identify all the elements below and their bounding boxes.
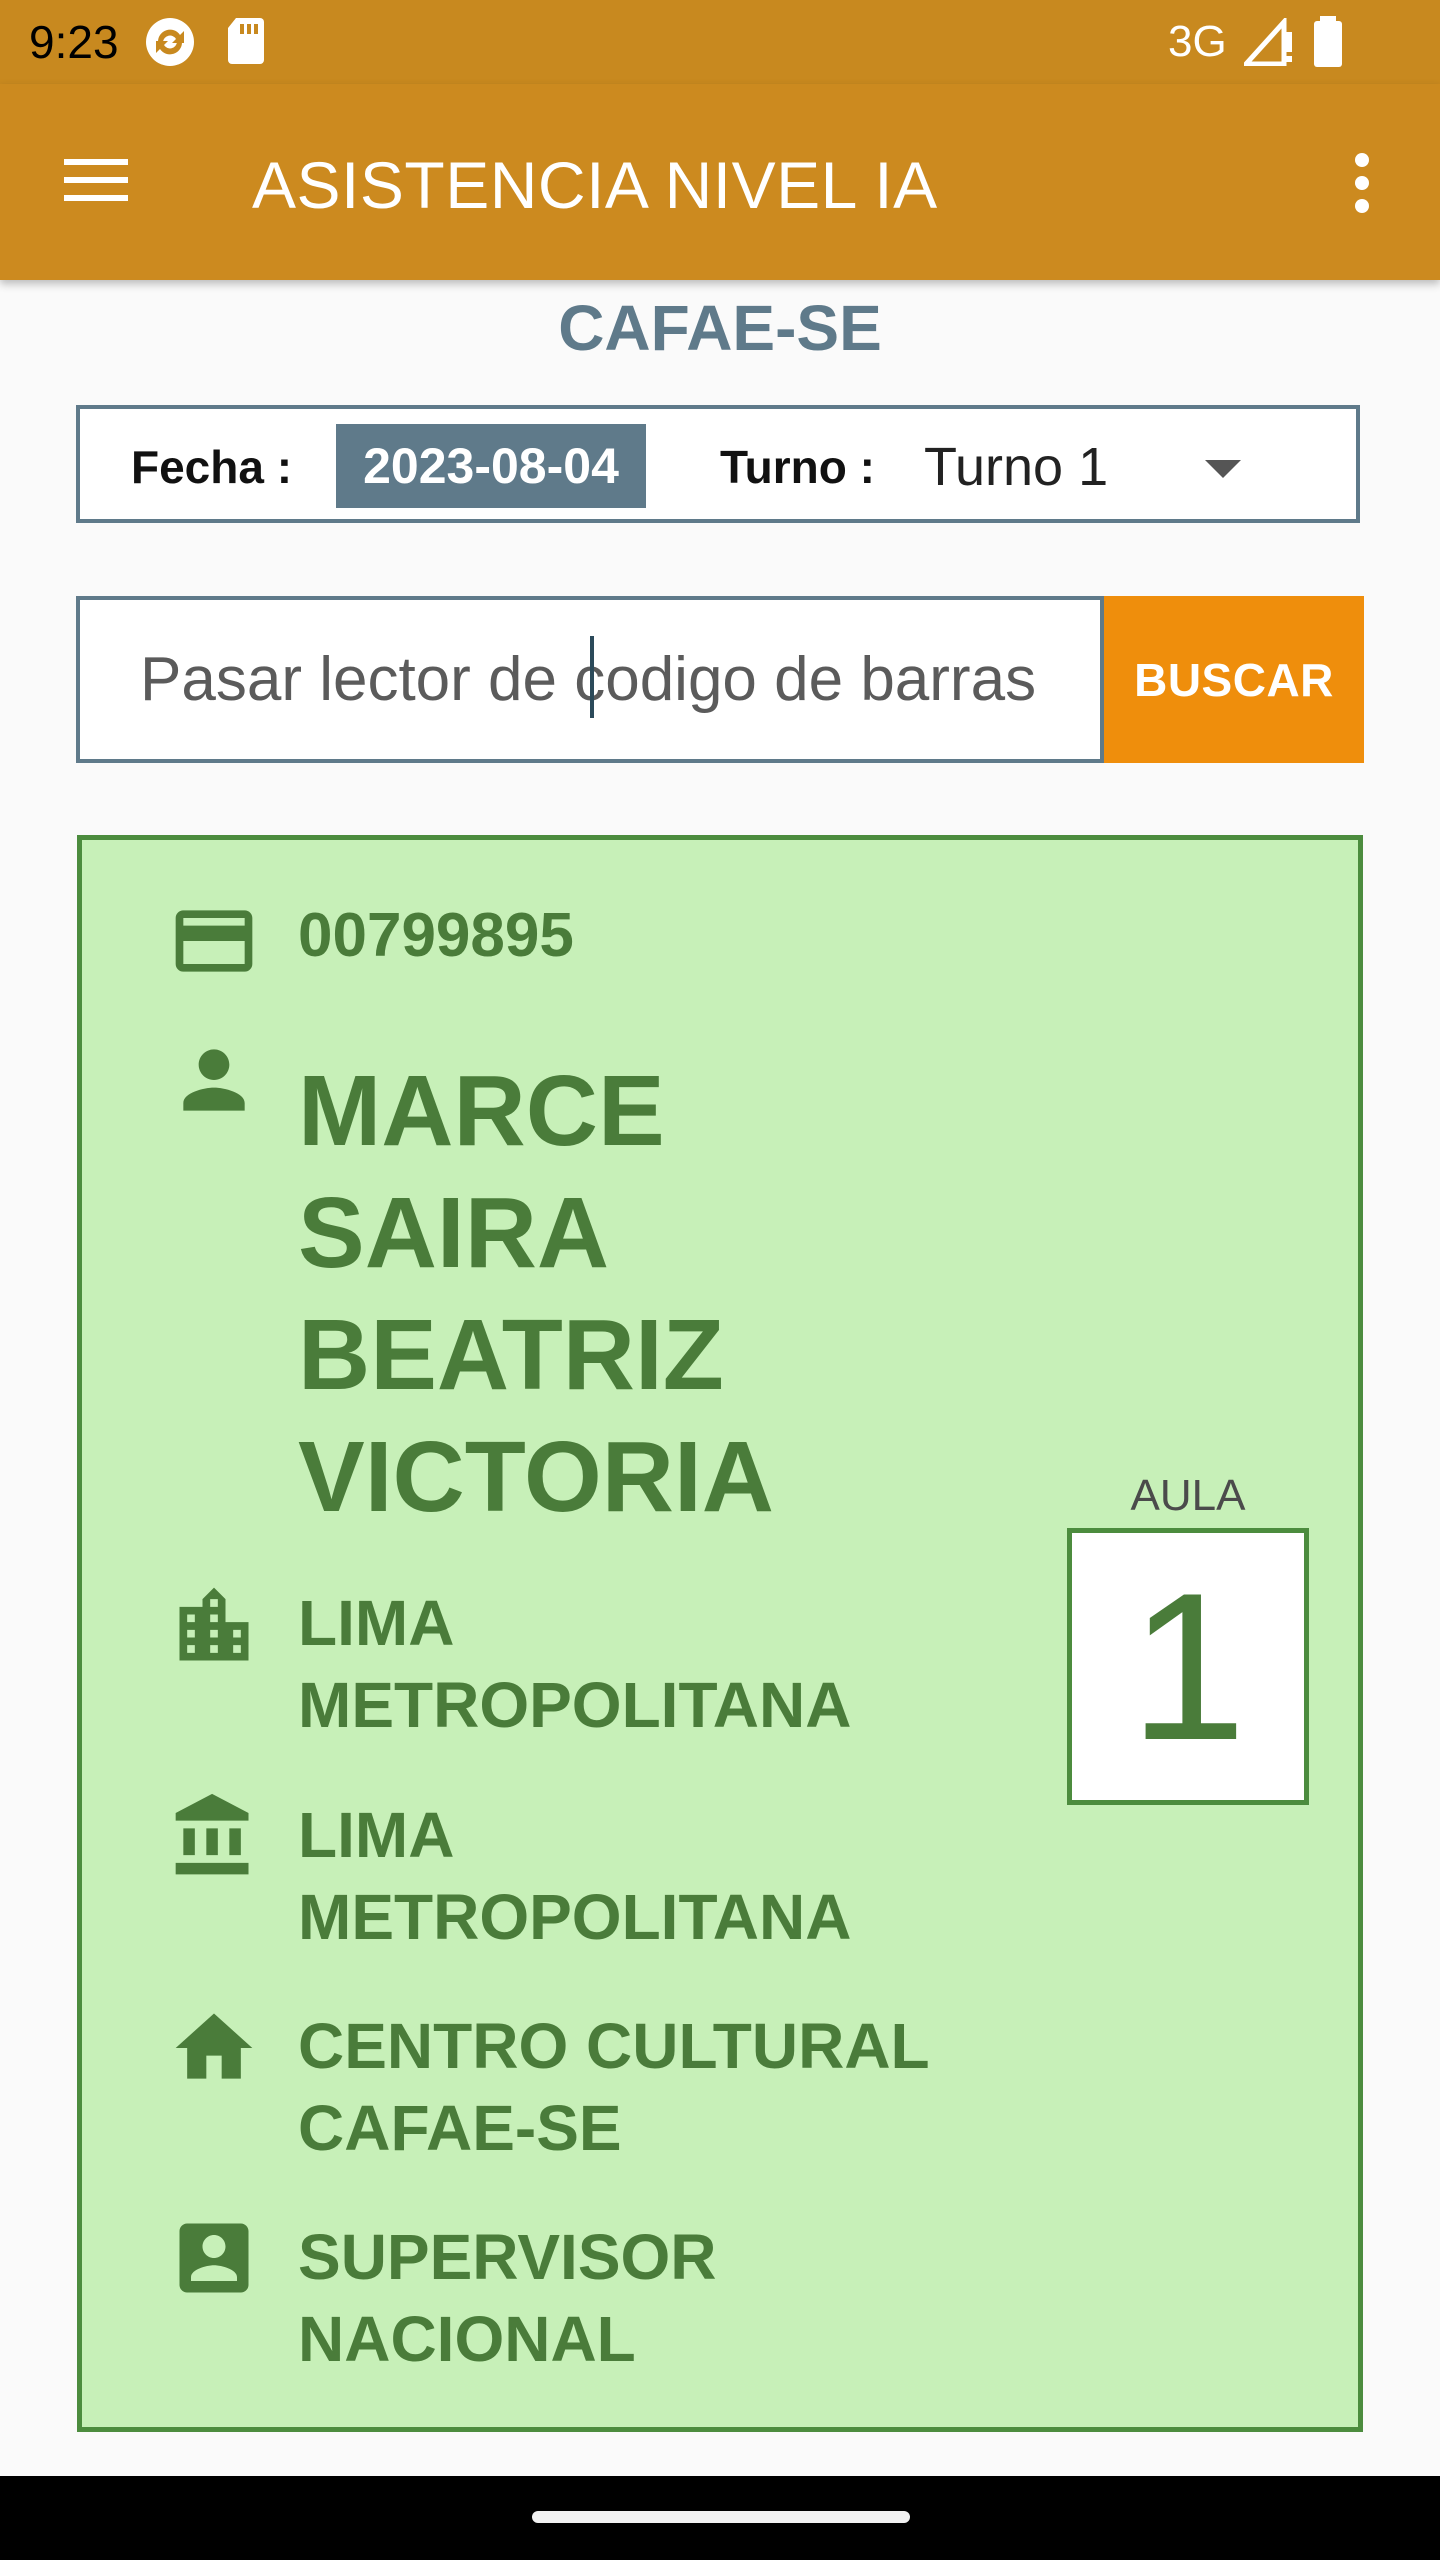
fecha-label: Fecha :	[131, 441, 293, 493]
card-number: 00799895	[298, 901, 574, 970]
network-type-label: 3G	[1168, 17, 1227, 66]
battery-icon	[1314, 16, 1342, 67]
credit-card-icon	[175, 910, 253, 972]
turno-select[interactable]: Turno 1	[924, 434, 1108, 500]
sd-card-icon	[228, 18, 264, 64]
person-icon	[183, 1049, 245, 1111]
more-vert-icon[interactable]	[1350, 150, 1374, 216]
status-time: 9:23	[29, 16, 119, 68]
account-balance-icon	[175, 1793, 249, 1875]
app-title: ASISTENCIA NIVEL IA	[252, 148, 938, 222]
sede-name: CENTRO CULTURAL CAFAE-SE	[298, 2010, 929, 2164]
region-name: LIMA METROPOLITANA	[298, 1587, 852, 1741]
turno-label: Turno :	[720, 441, 875, 493]
signal-icon	[1244, 18, 1292, 66]
hamburger-menu-icon[interactable]	[62, 155, 132, 207]
app-sync-icon	[146, 18, 194, 66]
organization-title: CAFAE-SE	[558, 292, 882, 364]
ugel-name: LIMA METROPOLITANA	[298, 1799, 852, 1953]
fecha-date-picker[interactable]: 2023-08-04	[336, 424, 646, 508]
aula-number: 1	[1129, 1549, 1247, 1784]
buscar-button[interactable]: BUSCAR	[1104, 596, 1364, 763]
person-name: MARCE SAIRA BEATRIZ VICTORIA	[298, 1055, 774, 1533]
home-icon	[175, 2013, 253, 2079]
badge-icon	[179, 2223, 249, 2293]
home-gesture-handle[interactable]	[532, 2511, 910, 2523]
aula-label: AULA	[1130, 1471, 1246, 1520]
role-name: SUPERVISOR NACIONAL	[298, 2221, 717, 2375]
location-city-icon	[179, 1587, 249, 1661]
text-cursor	[590, 636, 594, 718]
dropdown-caret-icon[interactable]	[1205, 460, 1241, 478]
